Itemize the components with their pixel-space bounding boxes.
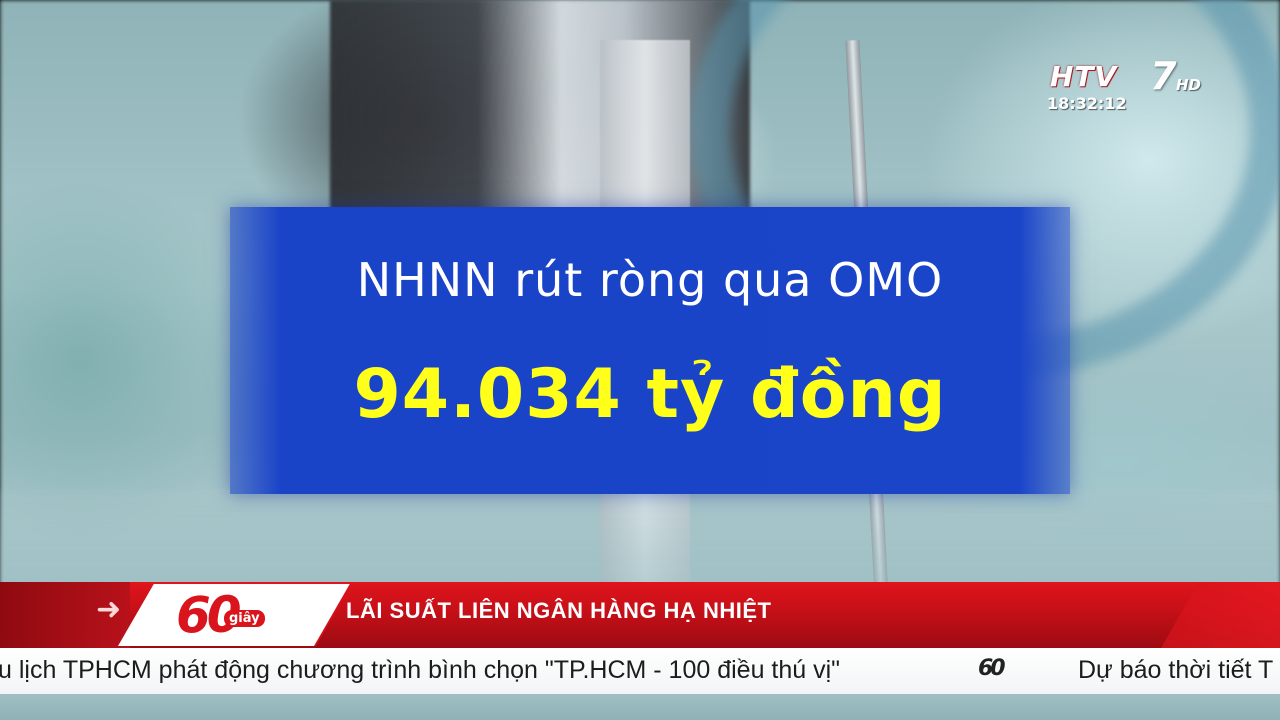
ticker-item: u lịch TPHCM phát động chương trình bình… bbox=[0, 656, 841, 684]
ticker-item: Dự báo thời tiết T bbox=[1078, 656, 1274, 684]
channel-logo-text: HTV bbox=[1050, 60, 1118, 93]
bottom-background bbox=[0, 694, 1280, 720]
ticker-separator-logo: 60 bbox=[972, 656, 1024, 684]
broadcast-clock: 18:32:12 bbox=[1047, 94, 1127, 113]
background-lower bbox=[0, 490, 1280, 590]
story-title: LÃI SUẤT LIÊN NGÂN HÀNG HẠ NHIỆT bbox=[346, 598, 772, 623]
arrow-icon: ➜ bbox=[96, 592, 122, 627]
ticker-separator-text: 60 bbox=[978, 656, 1006, 681]
news-ticker: u lịch TPHCM phát động chương trình bình… bbox=[0, 648, 1280, 694]
program-badge-sub: giây bbox=[224, 610, 265, 627]
channel-logo-number: 7 bbox=[1150, 54, 1177, 98]
video-frame: HTV 7 HD 18:32:12 NHNN rút ròng qua OMO … bbox=[0, 0, 1280, 720]
info-amount: 94.034 tỷ đồng bbox=[353, 355, 947, 434]
info-panel: NHNN rút ròng qua OMO 94.034 tỷ đồng bbox=[230, 207, 1070, 494]
channel-logo-hd: HD bbox=[1176, 76, 1202, 94]
info-headline: NHNN rút ròng qua OMO bbox=[356, 253, 944, 307]
